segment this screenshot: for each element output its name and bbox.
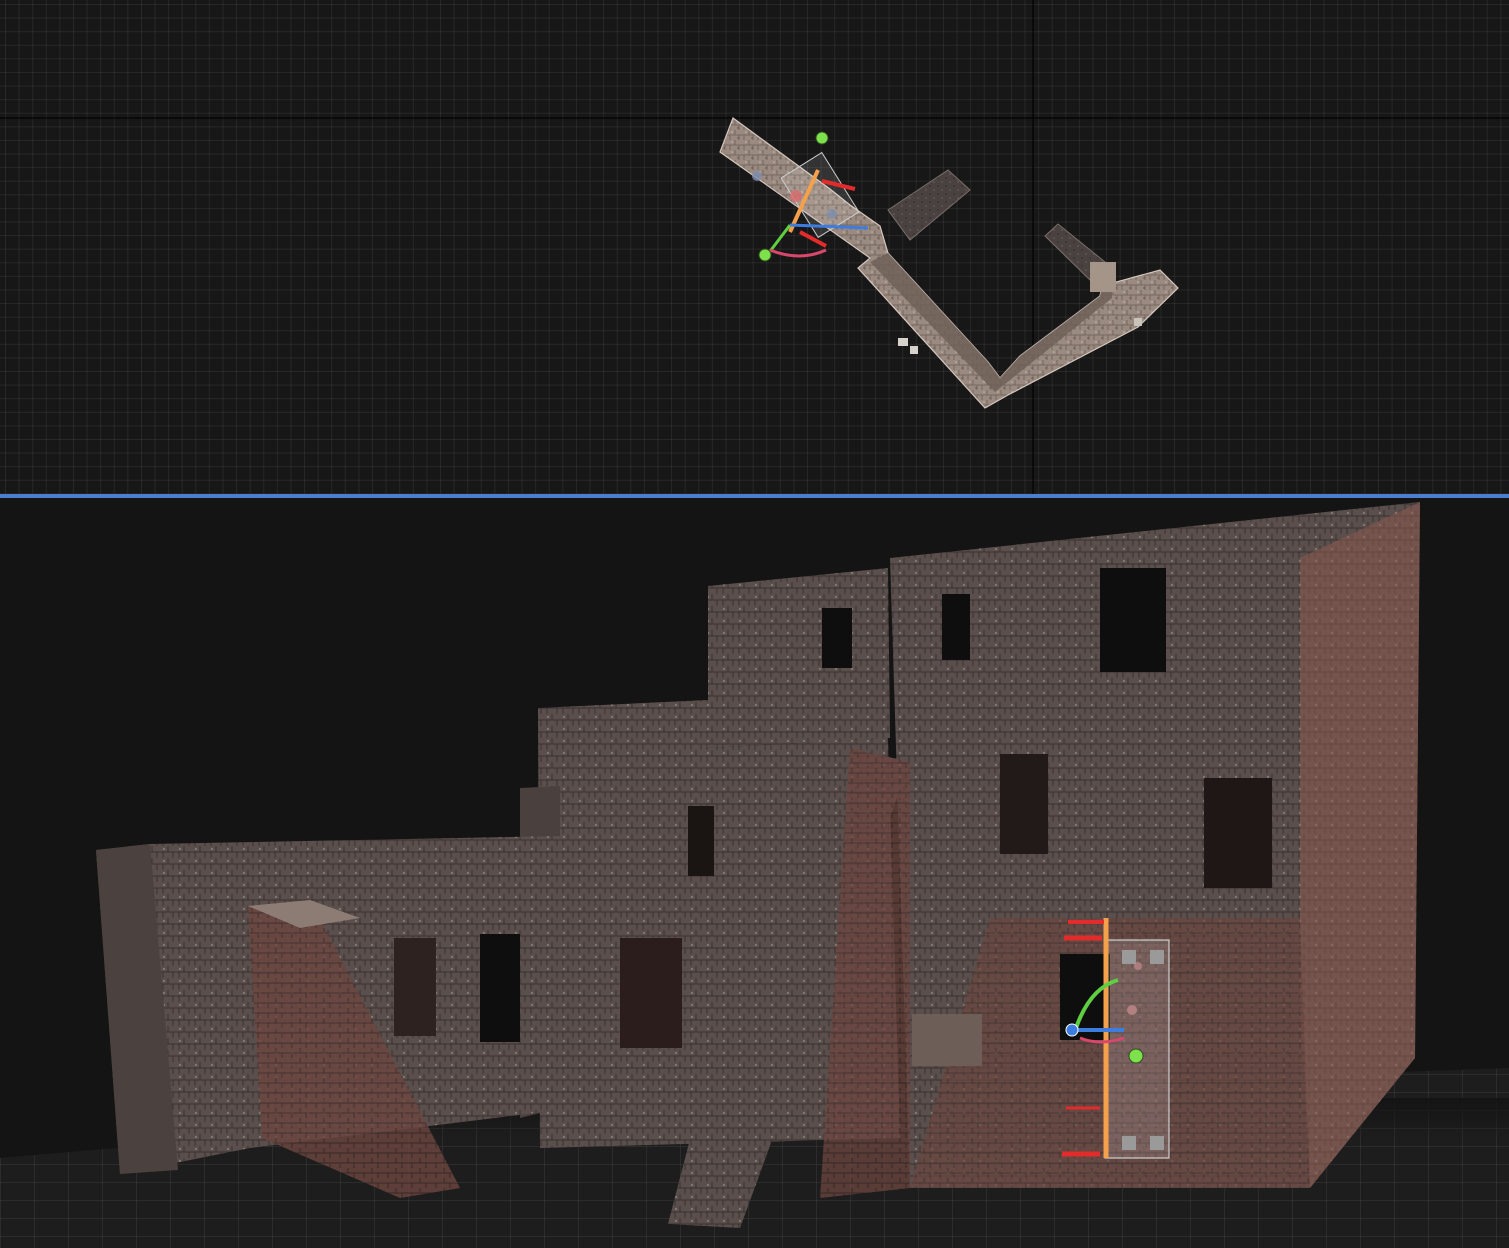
corner-handle-icon[interactable] [1150, 950, 1164, 964]
ruin-model-top[interactable] [719, 117, 1179, 409]
rotate-handle-icon[interactable] [769, 248, 827, 258]
corner-handle-icon[interactable] [1122, 950, 1136, 964]
corner-handle-icon[interactable] [1122, 1136, 1136, 1150]
top-orthographic-viewport[interactable] [0, 0, 1509, 494]
window-opening [1100, 568, 1166, 672]
window-opening [394, 938, 436, 1036]
3d-editor-app [0, 0, 1509, 1248]
top-view-canvas[interactable] [0, 0, 1509, 494]
perspective-view-canvas[interactable] [0, 498, 1509, 1248]
scale-handle-icon[interactable] [758, 248, 772, 262]
perspective-viewport[interactable] [0, 498, 1509, 1248]
window-niche [912, 1014, 982, 1066]
anchor-icon [1127, 1005, 1137, 1015]
anchor-icon [752, 171, 762, 181]
window-opening [480, 934, 520, 1042]
pivot-icon[interactable] [790, 190, 802, 202]
corner-handle-icon[interactable] [1150, 1136, 1164, 1150]
window-opening [1204, 778, 1272, 888]
window-opening [822, 608, 852, 668]
ruin-model-perspective[interactable] [96, 502, 1420, 1228]
window-opening [1000, 754, 1048, 854]
anchor-icon [1134, 962, 1142, 970]
scale-handle-icon[interactable] [1128, 1048, 1144, 1064]
window-opening [688, 806, 714, 876]
anchor-icon [827, 209, 837, 219]
pivot-icon[interactable] [1065, 1023, 1079, 1037]
scale-handle-icon[interactable] [815, 131, 829, 145]
window-opening [620, 938, 682, 1048]
window-opening [942, 594, 970, 660]
